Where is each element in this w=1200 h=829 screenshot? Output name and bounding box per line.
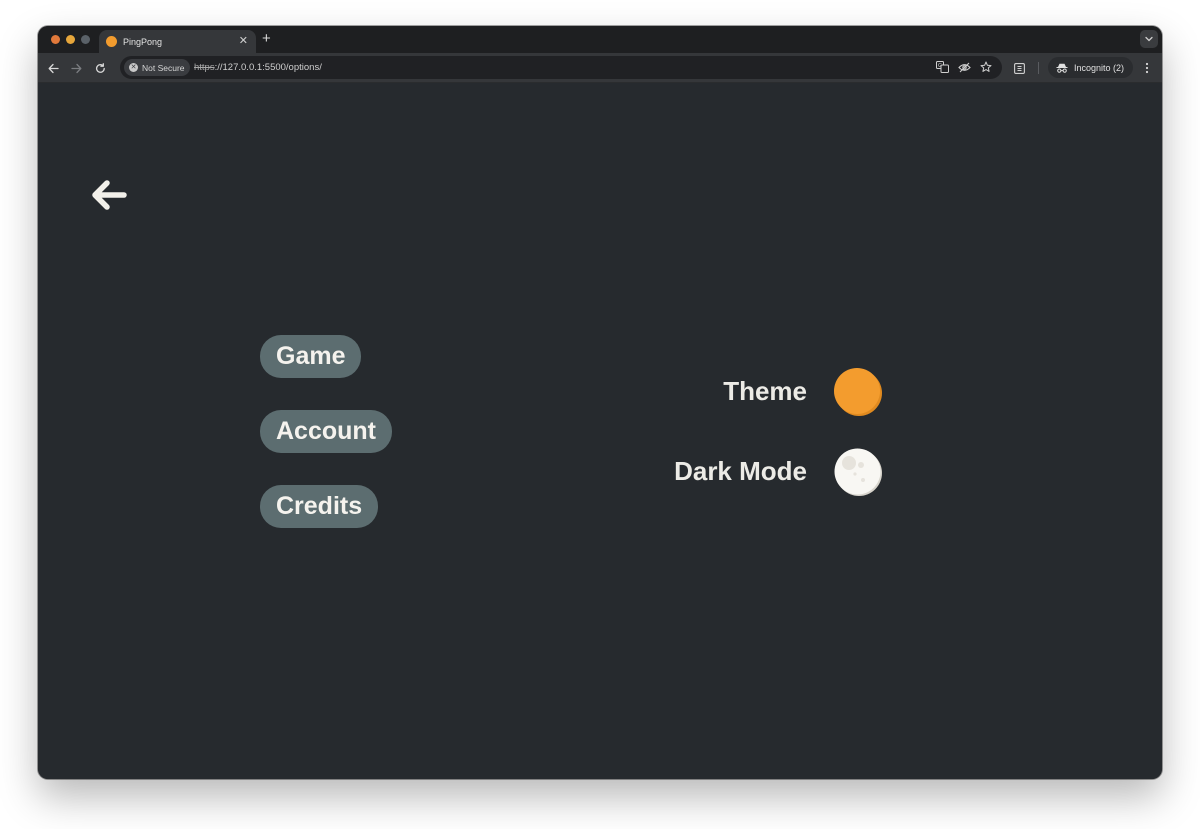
address-bar[interactable]: ✕ Not Secure https://127.0.0.1:5500/opti… bbox=[120, 56, 1002, 79]
more-vertical-icon bbox=[1145, 62, 1149, 74]
reload-icon bbox=[95, 62, 105, 73]
forward-nav-button[interactable] bbox=[69, 61, 83, 75]
back-nav-button[interactable] bbox=[46, 61, 60, 75]
account-button[interactable]: Account bbox=[260, 410, 392, 453]
window-controls bbox=[51, 35, 90, 44]
browser-toolbar: ✕ Not Secure https://127.0.0.1:5500/opti… bbox=[38, 53, 1162, 83]
favicon-icon bbox=[106, 36, 117, 47]
back-arrow-icon[interactable] bbox=[90, 178, 128, 212]
tracking-protection-button[interactable] bbox=[957, 60, 971, 74]
incognito-label: Incognito (2) bbox=[1074, 62, 1125, 73]
url-path: ://127.0.0.1:5500/options/ bbox=[214, 62, 322, 73]
translate-icon: G bbox=[935, 61, 949, 73]
url-text[interactable]: https://127.0.0.1:5500/options/ bbox=[194, 62, 322, 73]
reading-list-button[interactable] bbox=[1012, 61, 1026, 75]
options-page: Game Account Credits Theme Dark Mode bbox=[38, 84, 1162, 779]
tab-search-button[interactable] bbox=[1140, 30, 1158, 48]
tab-pingpong[interactable]: PingPong ✕ bbox=[99, 30, 256, 53]
back-nav-icon bbox=[48, 63, 59, 73]
svg-text:G: G bbox=[938, 63, 942, 69]
theme-label: Theme bbox=[723, 376, 807, 406]
incognito-icon bbox=[1056, 63, 1068, 73]
not-secure-icon: ✕ bbox=[129, 63, 138, 72]
game-button[interactable]: Game bbox=[260, 335, 362, 378]
eye-off-icon bbox=[957, 62, 971, 72]
incognito-profile-button[interactable]: Incognito (2) bbox=[1048, 57, 1133, 78]
bookmark-button[interactable] bbox=[979, 60, 993, 74]
url-scheme: https bbox=[194, 62, 215, 73]
forward-nav-icon bbox=[70, 63, 81, 73]
credits-button[interactable]: Credits bbox=[260, 485, 379, 528]
close-window-button[interactable] bbox=[51, 35, 60, 44]
tab-strip: PingPong ✕ + bbox=[38, 26, 1162, 53]
reload-button[interactable] bbox=[93, 61, 107, 75]
minimize-window-button[interactable] bbox=[66, 35, 75, 44]
new-tab-icon[interactable]: + bbox=[262, 31, 271, 46]
tab-close-icon[interactable]: ✕ bbox=[239, 35, 248, 47]
security-label: Not Secure bbox=[142, 62, 185, 73]
maximize-window-button[interactable] bbox=[81, 35, 90, 44]
browser-window: PingPong ✕ + ✕ Not Secure https://127.0.… bbox=[38, 26, 1162, 779]
dark-mode-label: Dark Mode bbox=[674, 456, 807, 486]
security-chip[interactable]: ✕ Not Secure bbox=[124, 59, 190, 76]
toolbar-divider bbox=[1038, 62, 1039, 74]
translate-button[interactable]: G bbox=[935, 60, 949, 74]
theme-color-toggle[interactable] bbox=[833, 367, 883, 417]
moon-icon[interactable] bbox=[833, 447, 883, 497]
tab-title: PingPong bbox=[123, 36, 163, 47]
browser-menu-button[interactable] bbox=[1140, 61, 1154, 75]
side-panel-icon bbox=[1013, 62, 1025, 74]
chevron-down-icon bbox=[1145, 36, 1153, 42]
star-icon bbox=[980, 61, 992, 72]
